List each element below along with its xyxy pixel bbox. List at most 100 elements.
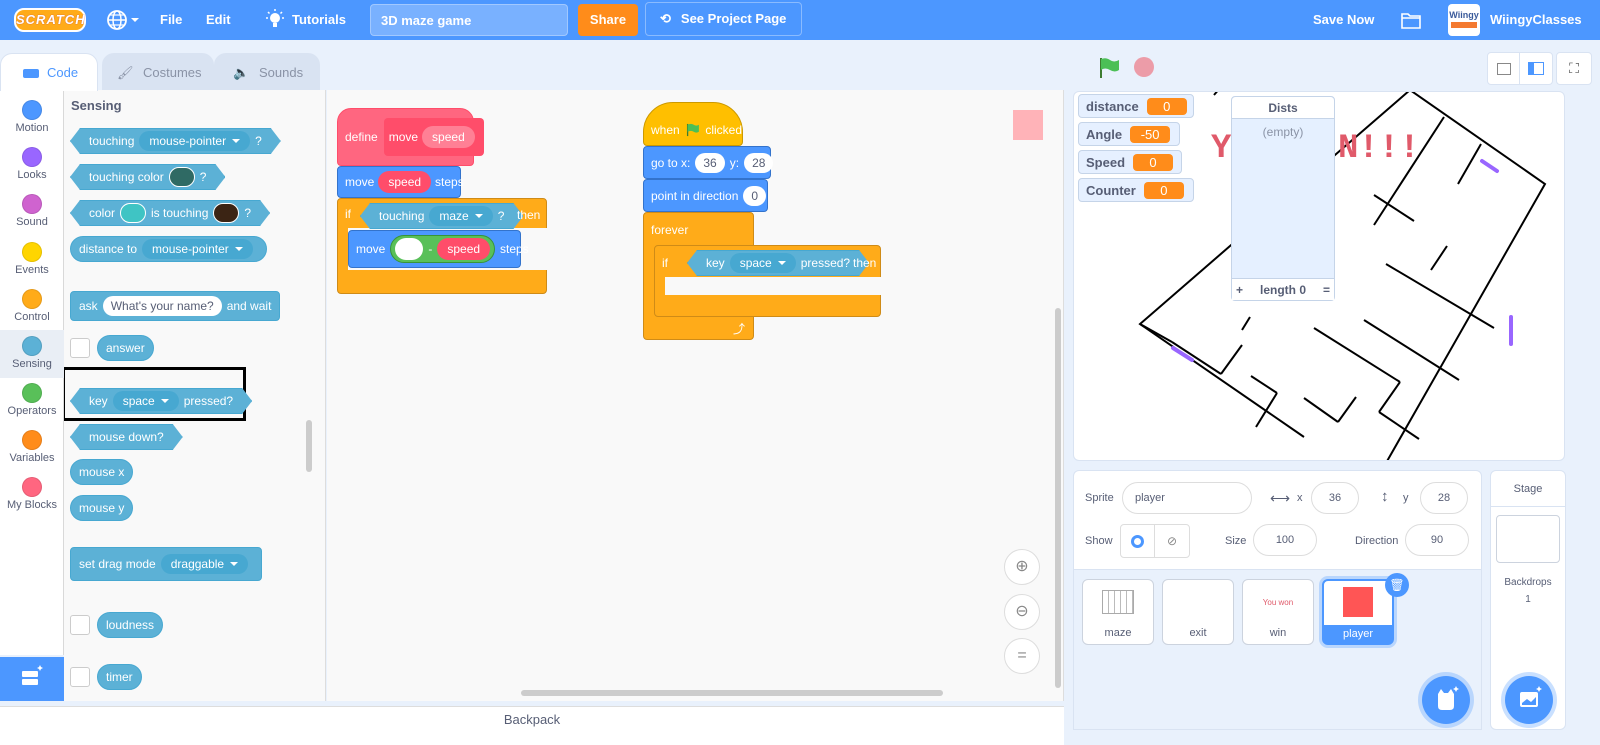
y-input[interactable]: 28 (1420, 482, 1468, 514)
hide-button[interactable]: ⊘ (1155, 525, 1189, 557)
block-timer[interactable]: timer (97, 664, 142, 690)
answer-checkbox[interactable] (70, 338, 90, 358)
block-touching-color[interactable]: touching color ? (70, 164, 225, 190)
move-block[interactable]: move speed steps (337, 166, 464, 198)
language-menu[interactable] (106, 0, 142, 40)
y-input[interactable]: 28 (744, 152, 774, 173)
account-menu[interactable]: WiingyClasses ▼ (1490, 0, 1600, 66)
add-extension-button[interactable] (0, 657, 64, 701)
add-item-button[interactable]: + (1236, 283, 1243, 297)
loudness-checkbox[interactable] (70, 615, 90, 635)
reset-zoom-button[interactable]: = (1004, 638, 1040, 674)
my-stuff-button[interactable] (1400, 0, 1422, 40)
key-dropdown[interactable]: space (730, 253, 796, 273)
palette-scrollbar[interactable] (306, 420, 312, 472)
monitor-counter[interactable]: Counter 0 (1078, 178, 1194, 202)
x-input[interactable]: 36 (695, 152, 725, 173)
sprite-tile-maze[interactable]: maze (1082, 579, 1154, 645)
point-in-direction-block[interactable]: point in direction 0 (643, 179, 768, 212)
file-menu[interactable]: File (160, 0, 182, 40)
block-distance-to[interactable]: distance to mouse-pointer (70, 236, 267, 262)
project-title-input[interactable]: 3D maze game (370, 4, 568, 36)
ask-input[interactable]: What's your name? (102, 296, 222, 316)
tab-code[interactable]: Code (0, 53, 98, 91)
distance-dropdown[interactable]: mouse-pointer (142, 239, 253, 259)
edit-menu[interactable]: Edit (206, 0, 231, 40)
choose-backdrop-button[interactable] (1505, 676, 1553, 724)
direction-input[interactable]: 90 (1405, 524, 1469, 556)
category-motion[interactable]: Motion (0, 94, 64, 142)
category-sensing[interactable]: Sensing (0, 330, 64, 378)
speed-reporter[interactable]: speed (437, 238, 491, 260)
fullscreen-button[interactable]: ⛶ (1556, 52, 1592, 85)
stage-canvas[interactable]: Y N!!! distance 0 Angle -50 Speed 0 Counter… (1073, 91, 1565, 461)
category-events[interactable]: Events (0, 236, 64, 284)
green-flag-button[interactable] (1098, 57, 1122, 82)
param-speed[interactable]: speed (422, 126, 475, 148)
category-my-blocks[interactable]: My Blocks (0, 471, 64, 519)
show-button[interactable] (1121, 525, 1156, 557)
tab-sounds[interactable]: 🔈 Sounds (214, 53, 320, 91)
category-variables[interactable]: Variables (0, 424, 64, 472)
block-mouse-x[interactable]: mouse x (70, 459, 134, 485)
monitor-distance[interactable]: distance 0 (1078, 94, 1194, 118)
small-stage-button[interactable] (1488, 53, 1521, 84)
subtract-operator[interactable]: - speed (390, 235, 496, 263)
list-resize-handle[interactable]: = (1323, 283, 1330, 297)
monitor-angle[interactable]: Angle -50 (1078, 122, 1180, 146)
go-to-xy-block[interactable]: go to x: 36 y: 28 (643, 146, 774, 179)
move-negative-block[interactable]: move - speed steps (348, 230, 529, 268)
list-monitor-dists[interactable]: Dists (empty) + length 0 = (1231, 96, 1335, 301)
category-looks[interactable]: Looks (0, 141, 64, 189)
block-color-is-touching[interactable]: color is touching ? (70, 200, 270, 226)
block-ask[interactable]: ask What's your name? and wait (70, 291, 281, 321)
sprite-tile-win[interactable]: You won win (1242, 579, 1314, 645)
drag-mode-dropdown[interactable]: draggable (160, 554, 249, 574)
color-swatch[interactable] (169, 167, 195, 187)
backpack[interactable]: Backpack (0, 706, 1064, 745)
see-project-page-button[interactable]: ⟲ See Project Page (645, 2, 802, 36)
block-answer[interactable]: answer (97, 335, 154, 361)
block-touching[interactable]: touching mouse-pointer ? (70, 128, 281, 154)
when-flag-clicked-block[interactable]: when clicked (643, 102, 743, 146)
save-now-button[interactable]: Save Now (1313, 0, 1374, 40)
sprite-name-input[interactable]: player (1122, 482, 1252, 514)
x-input[interactable]: 36 (1311, 482, 1359, 514)
normal-stage-button[interactable] (1520, 53, 1552, 84)
speed-reporter[interactable]: speed (378, 171, 432, 193)
stage-panel[interactable]: Stage Backdrops 1 (1490, 470, 1566, 730)
key-dropdown[interactable]: space (113, 391, 179, 411)
direction-input[interactable]: 0 (743, 185, 767, 206)
tab-costumes[interactable]: 🖌 Costumes (102, 53, 214, 91)
category-sound[interactable]: Sound (0, 188, 64, 236)
block-set-drag-mode[interactable]: set drag mode draggable (70, 547, 263, 581)
timer-checkbox[interactable] (70, 667, 90, 687)
block-mouse-y[interactable]: mouse y (70, 495, 134, 521)
size-input[interactable]: 100 (1253, 524, 1317, 556)
monitor-speed[interactable]: Speed 0 (1078, 150, 1182, 174)
touching-maze-block[interactable]: touching maze ? (360, 203, 523, 229)
empty-input[interactable] (395, 238, 424, 260)
script-area[interactable]: define move speed move speed steps if to… (327, 90, 1064, 701)
category-control[interactable]: Control (0, 283, 64, 331)
share-button[interactable]: Share (578, 4, 638, 36)
sprite-tile-exit[interactable]: exit (1162, 579, 1234, 645)
choose-sprite-button[interactable] (1422, 676, 1470, 724)
key-pressed-block[interactable]: key space pressed? (687, 250, 869, 276)
avatar[interactable]: Wiingy (1448, 4, 1480, 36)
touching-dropdown[interactable]: mouse-pointer (139, 131, 250, 151)
zoom-in-button[interactable]: ⊕ (1004, 549, 1040, 585)
horizontal-scrollbar[interactable] (521, 690, 943, 696)
maze-dropdown[interactable]: maze (429, 206, 492, 226)
category-operators[interactable]: Operators (0, 377, 64, 425)
delete-sprite-button[interactable]: 🗑 (1385, 573, 1409, 597)
vertical-scrollbar[interactable] (1055, 308, 1061, 688)
stop-button[interactable] (1134, 57, 1154, 77)
block-loudness[interactable]: loudness (97, 612, 164, 638)
tutorials-button[interactable]: Tutorials (264, 0, 346, 40)
zoom-out-button[interactable]: ⊖ (1004, 594, 1040, 630)
define-block[interactable]: define move speed (337, 108, 484, 166)
block-mouse-down[interactable]: mouse down? (70, 424, 183, 450)
color-swatch[interactable] (120, 203, 146, 223)
scratch-logo[interactable]: SCRATCH (14, 8, 86, 32)
